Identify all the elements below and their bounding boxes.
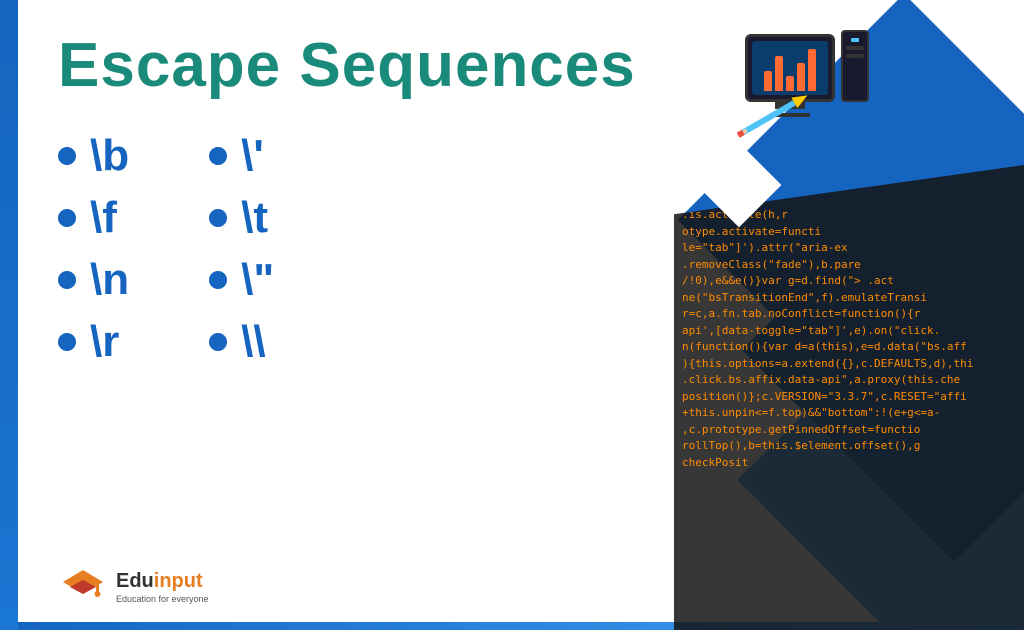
escape-n: \n [90,255,129,305]
tower-light [851,38,859,42]
bullet-dot [58,271,76,289]
logo-text: Edu input Education for everyone [116,570,209,604]
bullet-dot [58,209,76,227]
logo-input: input [154,570,203,593]
list-left: \b \f \n \r [58,131,129,379]
logo-brand: Edu input [116,570,209,593]
computer-icon [745,30,869,102]
list-item: \\ [209,317,274,367]
tower-disk [846,54,864,58]
list-item: \t [209,193,274,243]
escape-b: \b [90,131,129,181]
escape-r: \r [90,317,119,367]
list-item: \' [209,131,274,181]
tower-disk [846,46,864,50]
bullet-dot [58,333,76,351]
monitor-screen [752,41,828,95]
bullet-dot [209,147,227,165]
escape-bs: \\ [241,317,265,367]
screen-chart [752,41,828,95]
chart-bar [775,56,783,91]
list-item: \" [209,255,274,305]
chart-bar [808,49,816,91]
list-item: \b [58,131,129,181]
chart-bar [797,63,805,91]
bullet-dot [58,147,76,165]
logo-tagline: Education for everyone [116,594,209,604]
left-bar [0,0,18,630]
escape-f: \f [90,193,117,243]
bullet-dot [209,271,227,289]
escape-dq: \" [241,255,274,305]
list-right: \' \t \" \\ [209,131,274,379]
monitor [745,34,835,102]
list-item: \n [58,255,129,305]
logo-area: Edu input Education for everyone [58,562,209,612]
logo-edu: Edu [116,570,154,593]
bullet-dot [209,333,227,351]
bullet-dot [209,209,227,227]
list-item: \r [58,317,129,367]
logo-icon [58,562,108,612]
chart-bar [786,76,794,91]
list-item: \f [58,193,129,243]
code-overlay: ace(); .w.bs.tab .is.activate(h,r otype.… [674,165,1024,630]
escape-t: \t [241,193,268,243]
computer-tower [841,30,869,102]
chart-bar [764,71,772,91]
escape-sq: \' [241,131,264,181]
